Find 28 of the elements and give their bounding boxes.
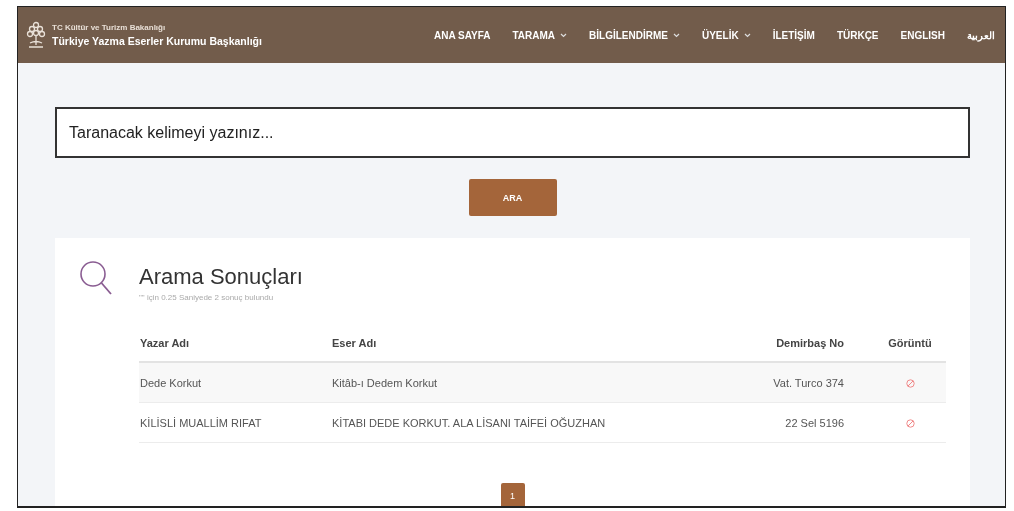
nav-link[interactable]: TARAMA <box>512 29 568 41</box>
prohibited-icon[interactable] <box>905 379 915 389</box>
chevron-down-icon <box>672 32 680 38</box>
results-summary: "" için 0.25 Saniyede 2 sonuç bulundu <box>139 293 275 302</box>
nav-link[interactable]: İLETİŞİM <box>772 29 815 41</box>
table-cell: 22 Sel 5196 <box>727 402 874 443</box>
nav-link[interactable]: TÜRKÇE <box>836 29 879 41</box>
table-cell: Dede Korkut <box>139 362 331 403</box>
page-button[interactable]: 1 <box>500 483 525 506</box>
ministry-name: TC Kültür ve Turizm Bakanlığı <box>52 23 167 32</box>
table-cell: Kitâb-ı Dedem Korkut <box>331 362 728 403</box>
search-icon <box>79 260 113 296</box>
search-field[interactable]: Taranacak kelimeyi yazınız... <box>55 107 970 158</box>
table-cell: Vat. Turco 374 <box>727 362 874 403</box>
chevron-down-icon <box>743 32 751 38</box>
table-cell: KİLİSLİ MUALLİM RIFAT <box>139 402 331 443</box>
chevron-down-icon <box>560 32 568 38</box>
nav-link[interactable]: ÜYELİK <box>701 29 751 41</box>
results-title: Arama Sonuçları <box>139 264 303 290</box>
table-cell: KİTABI DEDE KORKUT. ALA LİSANI TAİFEİ OĞUZHAN <box>331 402 728 443</box>
nav-link[interactable]: BİLGİLENDİRME <box>589 29 680 41</box>
site-title: Türkiye Yazma Eserler Kurumu Başkanlığı <box>52 35 262 47</box>
nav-link[interactable]: ANA SAYFA <box>434 29 491 41</box>
search-button[interactable]: ARA <box>468 179 557 216</box>
nav-link[interactable]: ENGLISH <box>900 29 945 41</box>
nav-link[interactable]: العربية <box>967 29 995 41</box>
tree-logo-icon <box>26 21 46 49</box>
prohibited-icon[interactable] <box>905 419 915 429</box>
